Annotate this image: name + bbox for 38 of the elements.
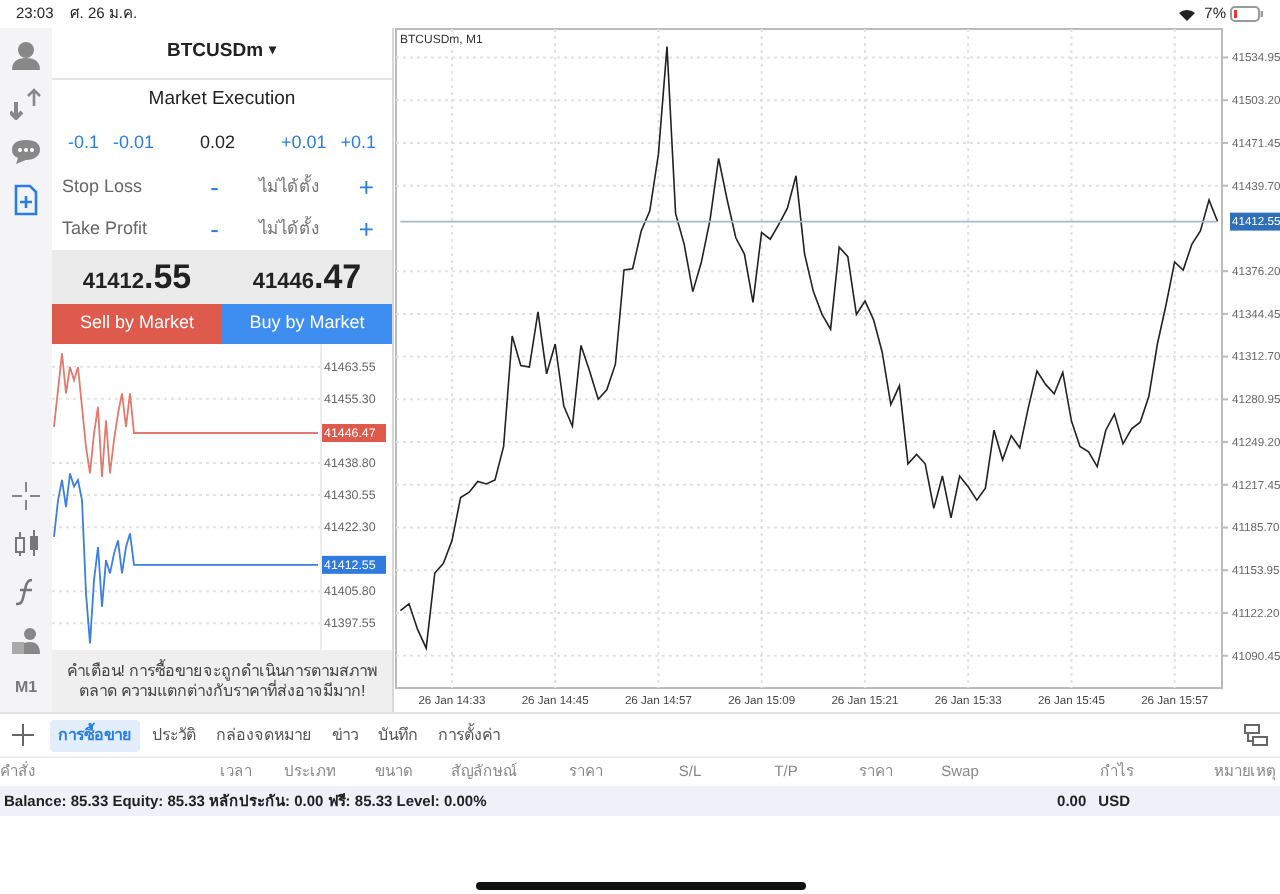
wifi-icon — [1178, 7, 1197, 21]
volume-step-button[interactable]: +0.01 — [280, 130, 327, 158]
price-quote: 41412.55 — [82, 255, 192, 299]
warning-text: คำเตือน! การซื้อขายจะถูกดำเนินการตามสภาพตลาด ความแตกต่างกับราคาที่ส่งอาจมีมาก! — [64, 661, 380, 701]
timeframe-button[interactable]: M1 — [14, 676, 38, 700]
candlesticks-icon[interactable] — [12, 530, 40, 558]
plus-button[interactable]: + — [350, 216, 382, 242]
tab[interactable]: บันทึก — [370, 719, 426, 751]
tab[interactable]: การซื้อขาย — [50, 719, 140, 751]
layout-icon[interactable] — [1244, 724, 1268, 746]
add-icon[interactable] — [12, 724, 34, 746]
symbol-title: BTCUSDm — [166, 38, 264, 67]
minus-button[interactable]: - — [202, 216, 227, 242]
tab[interactable]: กล่องจดหมาย — [208, 719, 320, 751]
price-quote: 41446.47 — [252, 255, 362, 299]
crosshair-icon[interactable] — [12, 482, 40, 510]
shapes-icon[interactable] — [12, 626, 40, 654]
plus-button[interactable]: + — [350, 174, 382, 200]
price-field[interactable]: ไม่ได้ตั้ง — [226, 216, 351, 242]
person-icon[interactable] — [10, 40, 42, 72]
volume-step-button[interactable]: +0.1 — [340, 130, 376, 158]
tab[interactable]: การตั้งค่า — [430, 719, 508, 751]
tab[interactable]: ข่าว — [324, 719, 366, 751]
add-document-icon[interactable] — [10, 184, 42, 216]
price-field[interactable]: ไม่ได้ตั้ง — [226, 174, 351, 200]
tab[interactable]: ประวัติ — [144, 719, 204, 751]
volume-step-button[interactable]: -0.1 — [68, 130, 100, 158]
field-label: Stop Loss — [62, 173, 145, 200]
execution-type: Market Execution — [148, 86, 296, 115]
minus-button[interactable]: - — [202, 174, 227, 200]
volume-value[interactable]: 0.02 — [199, 130, 235, 158]
battery-icon — [1230, 6, 1264, 22]
sell-button[interactable]: Sell by Market — [52, 304, 222, 344]
buy-button[interactable]: Buy by Market — [222, 304, 392, 344]
chat-icon[interactable] — [10, 136, 42, 168]
up-down-arrows-icon[interactable] — [10, 88, 42, 120]
volume-step-button[interactable]: -0.01 — [112, 130, 154, 158]
field-label: Take Profit — [62, 215, 150, 242]
